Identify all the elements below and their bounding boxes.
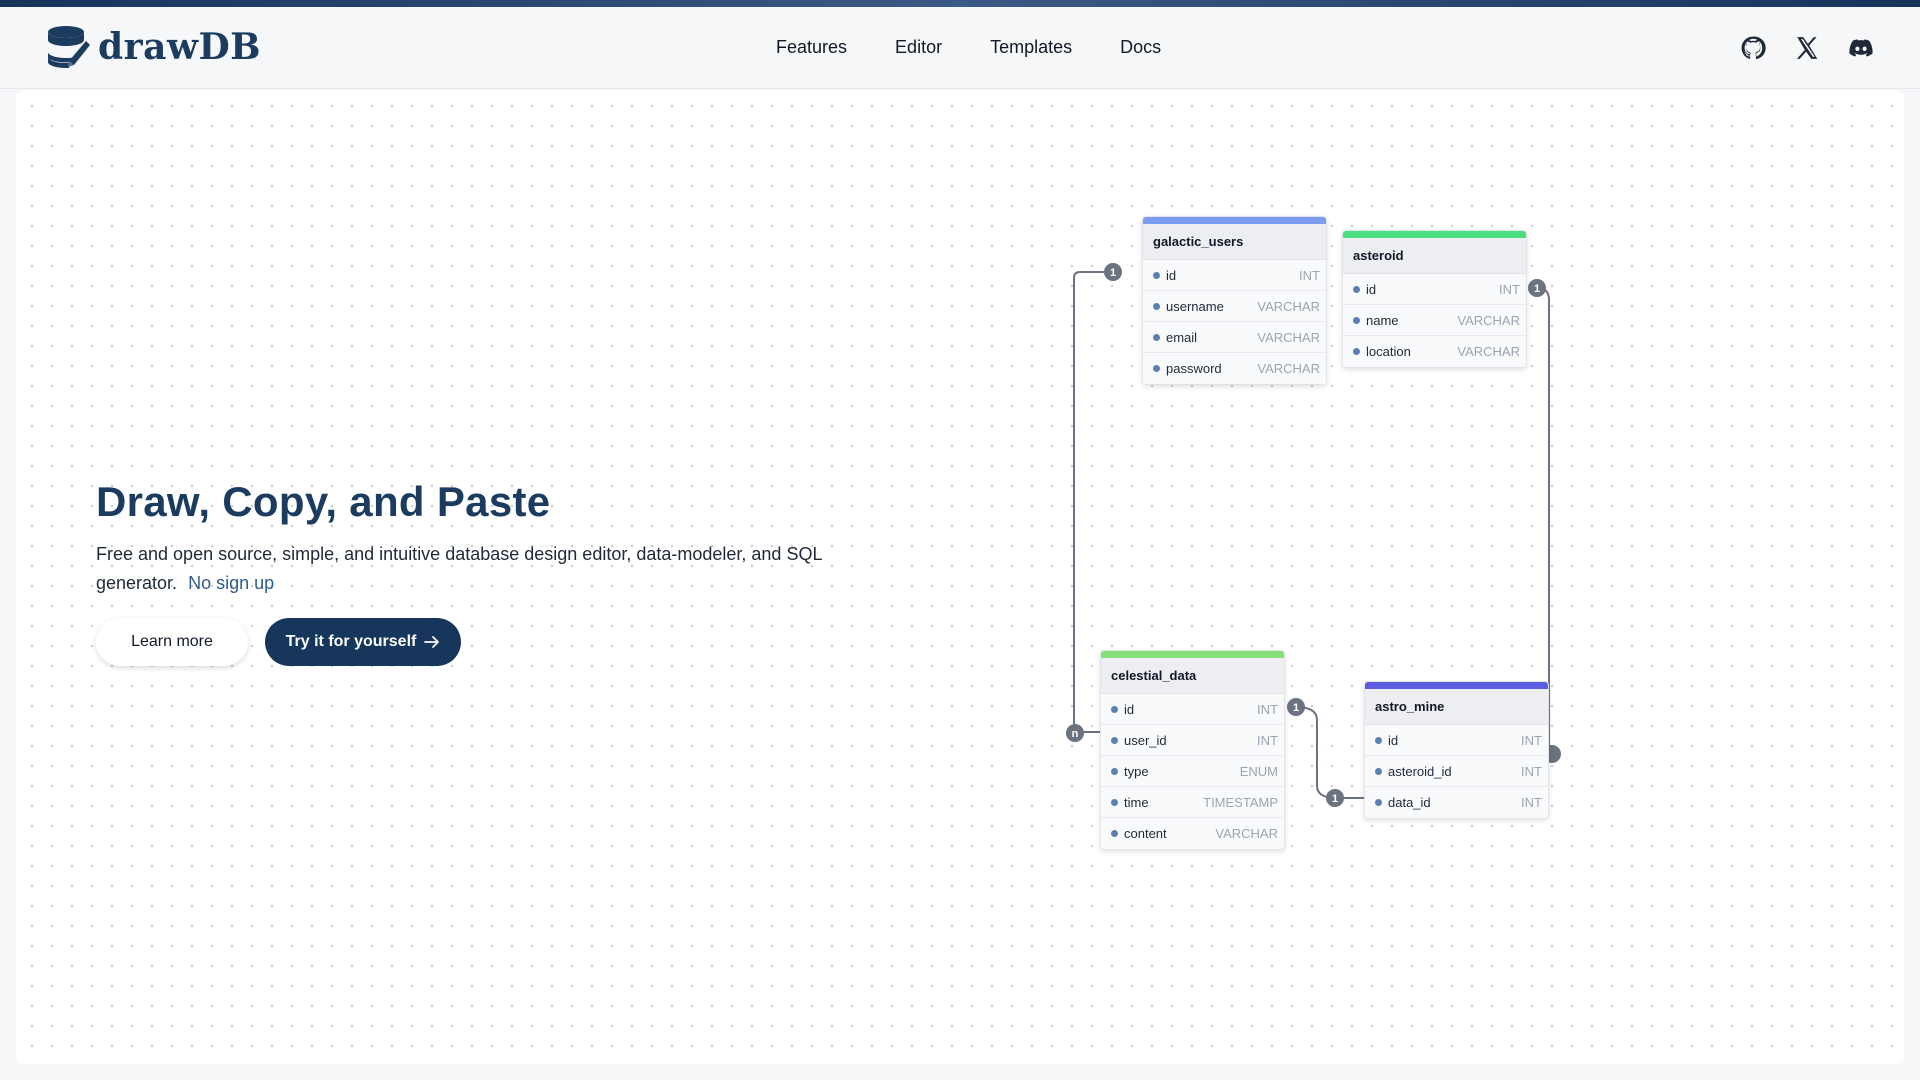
table-field[interactable]: id INT <box>1101 694 1284 725</box>
field-dot-icon <box>1153 333 1160 341</box>
x-icon[interactable] <box>1794 35 1820 61</box>
learn-more-button[interactable]: Learn more <box>96 618 248 666</box>
field-name: location <box>1366 344 1411 359</box>
database-logo-icon <box>48 26 90 68</box>
field-name: id <box>1124 701 1135 717</box>
table-color-bar <box>1143 217 1326 224</box>
try-it-label: Try it for yourself <box>285 633 417 650</box>
field-name: email <box>1166 329 1198 345</box>
brand-name: drawDB <box>98 26 262 68</box>
site-header: drawDB Features Editor Templates Docs <box>0 7 1920 89</box>
table-title: celestial_data <box>1101 658 1284 694</box>
brand-logo[interactable]: drawDB <box>46 23 261 71</box>
field-name: id <box>1166 267 1177 283</box>
table-field[interactable]: id INT <box>1143 260 1326 291</box>
field-type: INT <box>1299 267 1320 283</box>
field-type: TIMESTAMP <box>1203 794 1278 810</box>
field-dot-icon <box>1153 271 1160 279</box>
table-field[interactable]: content VARCHAR <box>1101 818 1284 849</box>
field-name: asteroid_id <box>1388 763 1452 779</box>
social-links <box>1740 35 1874 61</box>
field-dot-icon <box>1353 285 1360 293</box>
nav-features[interactable]: Features <box>776 37 847 58</box>
table-color-bar <box>1365 682 1548 689</box>
table-field[interactable]: user_id INT <box>1101 725 1284 756</box>
table-field[interactable]: location VARCHAR <box>1343 336 1526 367</box>
table-color-bar <box>1101 651 1284 658</box>
field-type: INT <box>1499 281 1520 297</box>
main-nav: Features Editor Templates Docs <box>776 37 1161 58</box>
nav-editor[interactable]: Editor <box>895 37 942 58</box>
field-dot-icon <box>1111 830 1118 837</box>
table-title: asteroid <box>1343 238 1526 274</box>
table-title: astro_mine <box>1365 689 1548 725</box>
table-galactic-users[interactable]: galactic_users id INT username VARCHAR ema… <box>1142 216 1327 385</box>
table-field[interactable]: type ENUM <box>1101 756 1284 787</box>
field-type: VARCHAR <box>1257 329 1320 345</box>
top-accent-bar <box>0 0 1920 7</box>
field-type: INT <box>1257 732 1278 748</box>
field-dot-icon <box>1153 365 1160 372</box>
field-name: time <box>1124 794 1149 810</box>
field-type: INT <box>1521 732 1542 748</box>
field-dot-icon <box>1111 736 1118 744</box>
nav-docs[interactable]: Docs <box>1120 37 1161 58</box>
field-name: type <box>1124 763 1149 779</box>
field-type: INT <box>1257 701 1278 717</box>
field-name: data_id <box>1388 795 1431 810</box>
nav-templates[interactable]: Templates <box>990 37 1072 58</box>
field-dot-icon <box>1111 767 1118 775</box>
field-name: username <box>1166 298 1224 314</box>
hero-description: Free and open source, simple, and intuit… <box>96 540 836 598</box>
no-signup-highlight: No sign up <box>188 573 275 593</box>
table-celestial-data[interactable]: celestial_data id INT user_id INT type ENUM… <box>1100 650 1285 850</box>
field-name: user_id <box>1124 732 1167 748</box>
learn-more-label: Learn more <box>131 633 213 650</box>
table-astro-mine[interactable]: astro_mine id INT asteroid_id INT data_id I… <box>1364 681 1549 819</box>
field-dot-icon <box>1153 302 1160 310</box>
field-name: name <box>1366 312 1399 328</box>
table-field[interactable]: name VARCHAR <box>1343 305 1526 336</box>
field-type: INT <box>1521 795 1542 810</box>
field-type: INT <box>1521 763 1542 779</box>
table-asteroid[interactable]: asteroid id INT name VARCHAR location VARCH… <box>1342 230 1527 368</box>
discord-icon[interactable] <box>1848 35 1874 61</box>
field-dot-icon <box>1375 736 1382 744</box>
field-type: VARCHAR <box>1257 298 1320 314</box>
field-name: id <box>1388 732 1399 748</box>
table-title: galactic_users <box>1143 224 1326 260</box>
table-field[interactable]: time TIMESTAMP <box>1101 787 1284 818</box>
table-field[interactable]: asteroid_id INT <box>1365 756 1548 787</box>
hero-section: Draw, Copy, and Paste Free and open sour… <box>96 478 856 666</box>
field-dot-icon <box>1375 767 1382 775</box>
table-color-bar <box>1343 231 1526 238</box>
hero-buttons: Learn more Try it for yourself <box>96 618 856 666</box>
field-dot-icon <box>1375 799 1382 806</box>
field-name: id <box>1366 281 1377 297</box>
field-dot-icon <box>1111 798 1118 806</box>
field-dot-icon <box>1353 348 1360 355</box>
github-icon[interactable] <box>1740 35 1766 61</box>
table-field[interactable]: username VARCHAR <box>1143 291 1326 322</box>
field-dot-icon <box>1353 316 1360 324</box>
field-type: VARCHAR <box>1257 361 1320 376</box>
table-field[interactable]: id INT <box>1365 725 1548 756</box>
hero-title: Draw, Copy, and Paste <box>96 478 551 525</box>
table-field[interactable]: data_id INT <box>1365 787 1548 818</box>
field-dot-icon <box>1111 705 1118 713</box>
field-type: VARCHAR <box>1457 312 1520 328</box>
table-field[interactable]: email VARCHAR <box>1143 322 1326 353</box>
field-name: content <box>1124 826 1167 841</box>
arrow-right-icon <box>424 636 440 648</box>
table-field[interactable]: id INT <box>1343 274 1526 305</box>
table-field[interactable]: password VARCHAR <box>1143 353 1326 384</box>
try-it-button[interactable]: Try it for yourself <box>265 618 461 666</box>
field-type: VARCHAR <box>1457 344 1520 359</box>
field-type: VARCHAR <box>1215 826 1278 841</box>
field-type: ENUM <box>1239 763 1278 779</box>
field-name: password <box>1166 361 1222 376</box>
